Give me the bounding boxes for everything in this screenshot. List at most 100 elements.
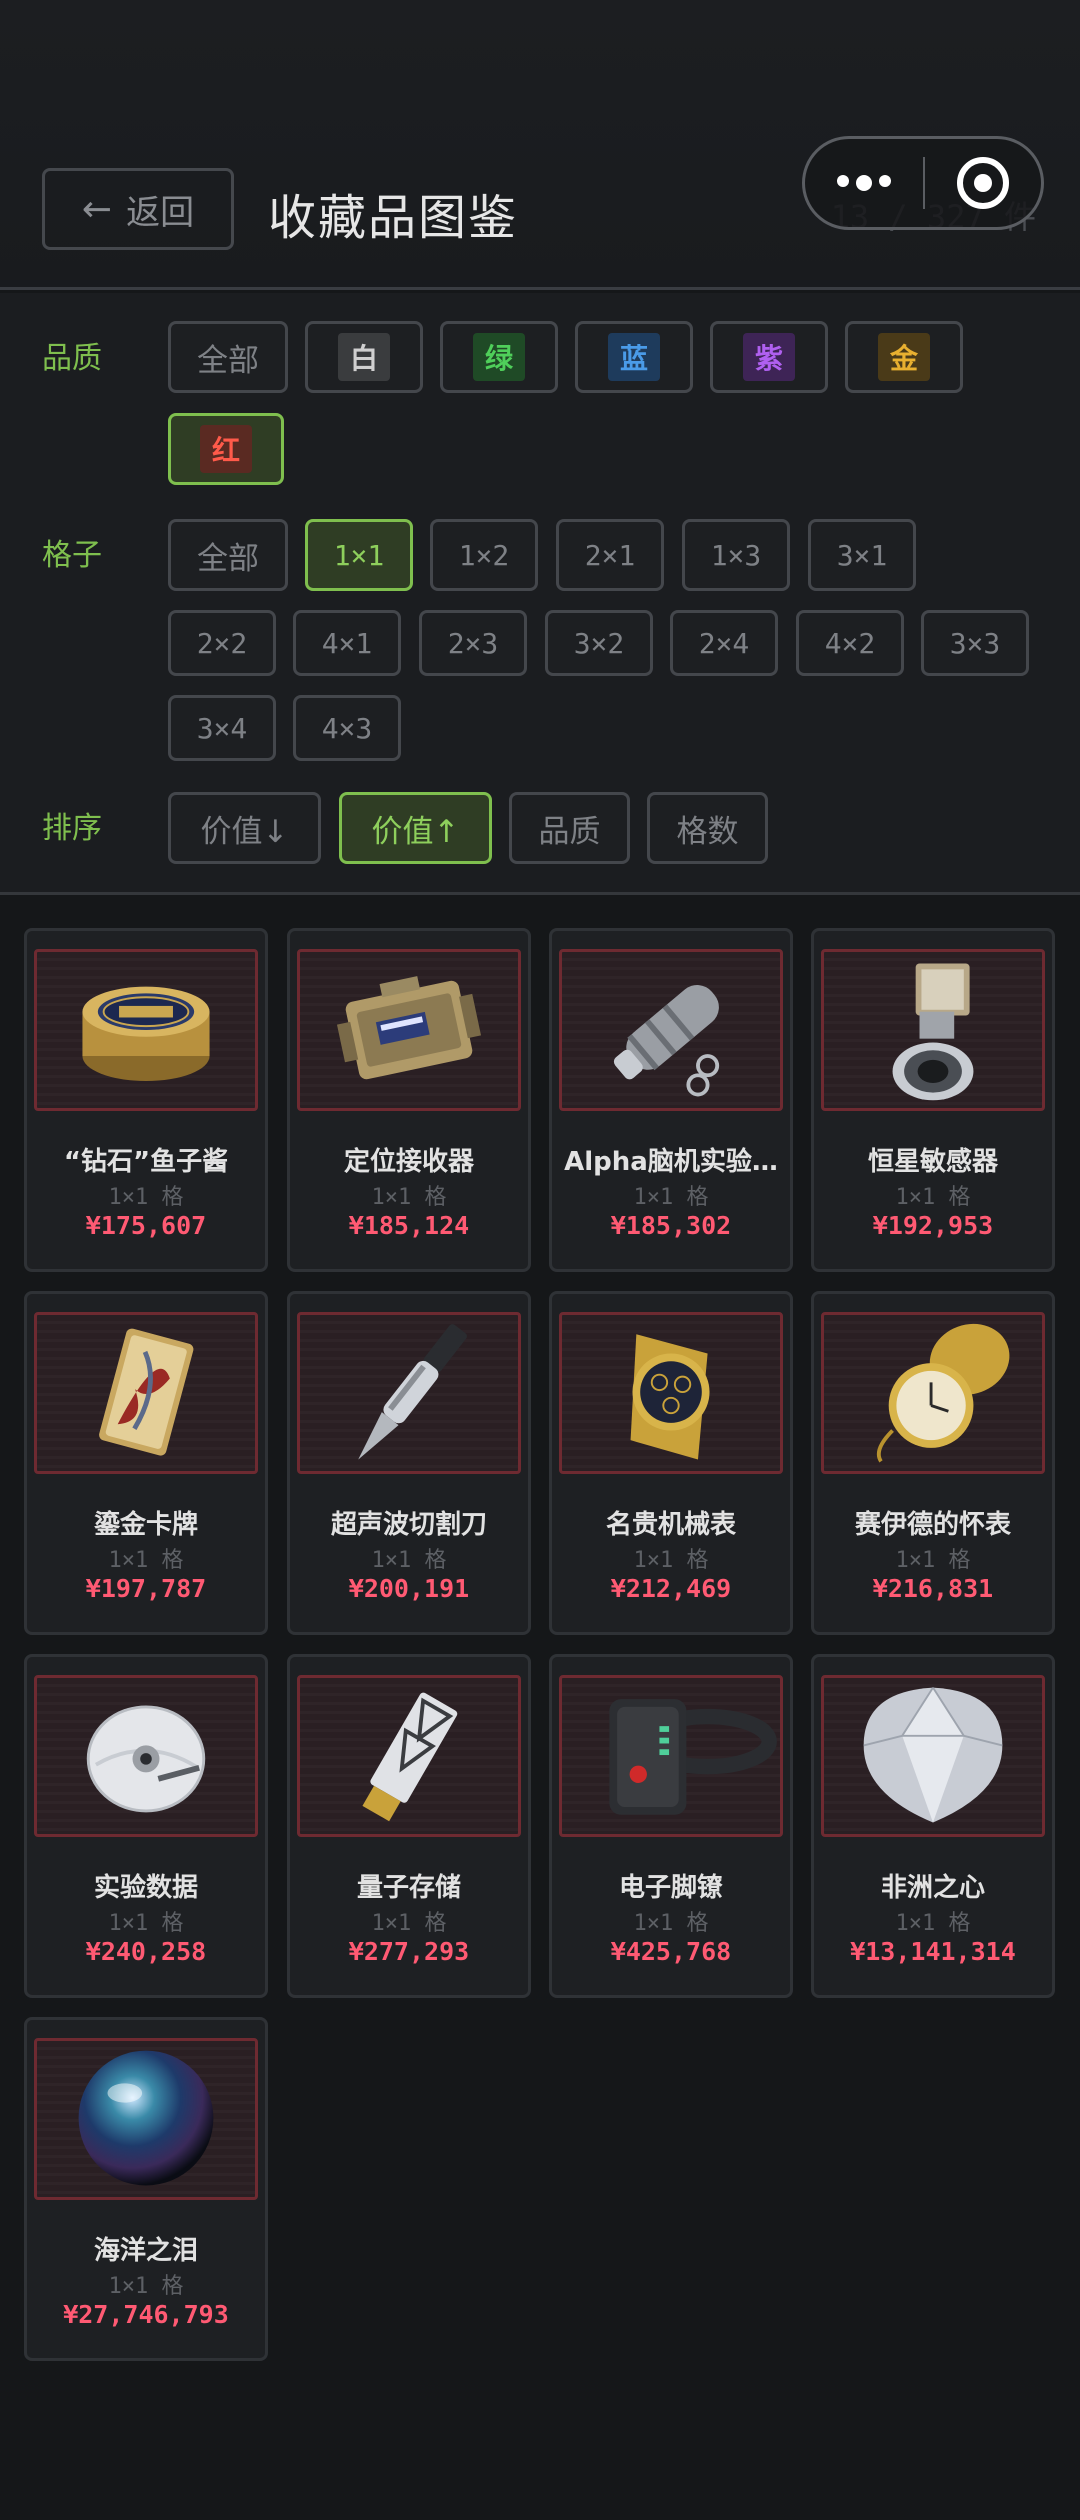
item-card[interactable]: 赛伊德的怀表 1×1 格 ¥216,831	[811, 1291, 1055, 1635]
sort-label: 排序	[42, 811, 102, 846]
item-name: 鎏金卡牌	[93, 1510, 198, 1540]
item-price: ¥240,258	[85, 1937, 207, 1966]
item-size: 1×1 格	[633, 1911, 709, 1936]
quality-filter-label: 品质	[42, 341, 102, 376]
item-price: ¥212,469	[610, 1574, 732, 1603]
item-price: ¥13,141,314	[850, 1937, 1016, 1966]
item-name: 名贵机械表	[605, 1510, 736, 1540]
star-sensor-icon	[821, 949, 1045, 1111]
item-size: 1×1 格	[895, 1185, 971, 1210]
item-card[interactable]: 海洋之泪 1×1 格 ¥27,746,793	[24, 2017, 268, 2361]
item-size: 1×1 格	[633, 1185, 709, 1210]
item-price: ¥425,768	[610, 1937, 732, 1966]
item-name: 非洲之心	[880, 1873, 985, 1903]
item-price: ¥277,293	[348, 1937, 470, 1966]
locator-receiver-icon	[297, 949, 521, 1111]
data-disc-icon	[34, 1675, 258, 1837]
item-size: 1×1 格	[371, 1911, 447, 1936]
luxury-watch-icon	[559, 1312, 783, 1474]
ocean-pearl-icon	[34, 2038, 258, 2200]
item-price: ¥27,746,793	[63, 2300, 229, 2329]
sort-grid-count[interactable]: 格数	[647, 792, 768, 864]
item-card[interactable]: 定位接收器 1×1 格 ¥185,124	[287, 928, 531, 1272]
item-size: 1×1 格	[371, 1548, 447, 1573]
item-price: ¥175,607	[85, 1211, 207, 1240]
item-price: ¥185,124	[348, 1211, 470, 1240]
item-card[interactable]: 鎏金卡牌 1×1 格 ¥197,787	[24, 1291, 268, 1635]
item-name: 电子脚镣	[618, 1873, 723, 1903]
item-card[interactable]: “钻石”鱼子酱 1×1 格 ¥175,607	[24, 928, 268, 1272]
grid-chip-1x2[interactable]: 1×2	[430, 519, 538, 591]
item-size: 1×1 格	[895, 1911, 971, 1936]
item-card[interactable]: 非洲之心 1×1 格 ¥13,141,314	[811, 1654, 1055, 1998]
item-card[interactable]: 电子脚镣 1×1 格 ¥425,768	[549, 1654, 793, 1998]
quality-chip-white[interactable]: 白	[305, 321, 423, 393]
quality-chip-all[interactable]: 全部	[168, 321, 288, 393]
grid-chip-2x2[interactable]: 2×2	[168, 610, 276, 676]
item-name: 恒星敏感器	[867, 1147, 998, 1177]
item-card[interactable]: 名贵机械表 1×1 格 ¥212,469	[549, 1291, 793, 1635]
item-size: 1×1 格	[108, 1185, 184, 1210]
item-name: 海洋之泪	[93, 2236, 198, 2266]
item-size: 1×1 格	[371, 1185, 447, 1210]
quantum-storage-icon	[297, 1675, 521, 1837]
back-label: 返回	[126, 192, 195, 233]
item-price: ¥197,787	[85, 1574, 207, 1603]
grid-chip-all[interactable]: 全部	[168, 519, 288, 591]
grid-chip-3x4[interactable]: 3×4	[168, 695, 276, 761]
grid-filter-label: 格子	[42, 538, 102, 573]
item-name: 量子存储	[356, 1873, 461, 1903]
quality-chip-blue[interactable]: 蓝	[575, 321, 693, 393]
filter-panel: 品质 全部 白 绿 蓝 紫 金 红 格子 全部 1×1 1×2 2×1 1×3 …	[0, 293, 1080, 895]
item-card[interactable]: 恒星敏感器 1×1 格 ¥192,953	[811, 928, 1055, 1272]
item-size: 1×1 格	[895, 1548, 971, 1573]
pocket-watch-icon	[821, 1312, 1045, 1474]
item-name: 定位接收器	[343, 1147, 474, 1177]
item-card[interactable]: 超声波切割刀 1×1 格 ¥200,191	[287, 1291, 531, 1635]
grid-chip-1x3[interactable]: 1×3	[682, 519, 790, 591]
item-name: “钻石”鱼子酱	[63, 1147, 229, 1177]
quality-chip-red[interactable]: 红	[168, 413, 284, 485]
grid-chip-3x1[interactable]: 3×1	[808, 519, 916, 591]
caviar-tin-icon	[34, 949, 258, 1111]
header-bar: ← 返回 收藏品图鉴 13 / 327 件	[0, 0, 1080, 290]
diamond-icon	[821, 1675, 1045, 1837]
sort-quality[interactable]: 品质	[509, 792, 630, 864]
item-size: 1×1 格	[633, 1548, 709, 1573]
arrow-left-icon: ←	[81, 188, 113, 230]
quality-chip-green[interactable]: 绿	[440, 321, 558, 393]
quality-chip-gold[interactable]: 金	[845, 321, 963, 393]
grid-chip-3x2[interactable]: 3×2	[545, 610, 653, 676]
item-size: 1×1 格	[108, 1548, 184, 1573]
grid-chip-1x1[interactable]: 1×1	[305, 519, 413, 591]
item-name: 超声波切割刀	[330, 1510, 487, 1540]
item-name: 赛伊德的怀表	[854, 1510, 1011, 1540]
grid-chip-4x2[interactable]: 4×2	[796, 610, 904, 676]
gilded-card-icon	[34, 1312, 258, 1474]
grid-chip-2x4[interactable]: 2×4	[670, 610, 778, 676]
item-card[interactable]: Alpha脑机实验… 1×1 格 ¥185,302	[549, 928, 793, 1272]
item-name: Alpha脑机实验…	[564, 1147, 778, 1177]
item-card[interactable]: 实验数据 1×1 格 ¥240,258	[24, 1654, 268, 1998]
grid-chip-2x1[interactable]: 2×1	[556, 519, 664, 591]
ultrasonic-knife-icon	[297, 1312, 521, 1474]
grid-chip-2x3[interactable]: 2×3	[419, 610, 527, 676]
item-size: 1×1 格	[108, 2274, 184, 2299]
item-price: ¥192,953	[872, 1211, 994, 1240]
item-card[interactable]: 量子存储 1×1 格 ¥277,293	[287, 1654, 531, 1998]
item-price: ¥200,191	[348, 1574, 470, 1603]
quality-chip-purple[interactable]: 紫	[710, 321, 828, 393]
brain-machine-device-icon	[559, 949, 783, 1111]
item-size: 1×1 格	[108, 1911, 184, 1936]
sort-value-asc[interactable]: 价值↑	[339, 792, 492, 864]
more-menu-icon[interactable]	[805, 175, 923, 191]
grid-chip-4x3[interactable]: 4×3	[293, 695, 401, 761]
page-title: 收藏品图鉴	[268, 190, 519, 246]
item-price: ¥185,302	[610, 1211, 732, 1240]
grid-chip-4x1[interactable]: 4×1	[293, 610, 401, 676]
back-button[interactable]: ← 返回	[42, 168, 234, 250]
electronic-anklet-icon	[559, 1675, 783, 1837]
close-target-icon[interactable]	[925, 157, 1041, 209]
sort-value-desc[interactable]: 价值↓	[168, 792, 321, 864]
grid-chip-3x3[interactable]: 3×3	[921, 610, 1029, 676]
